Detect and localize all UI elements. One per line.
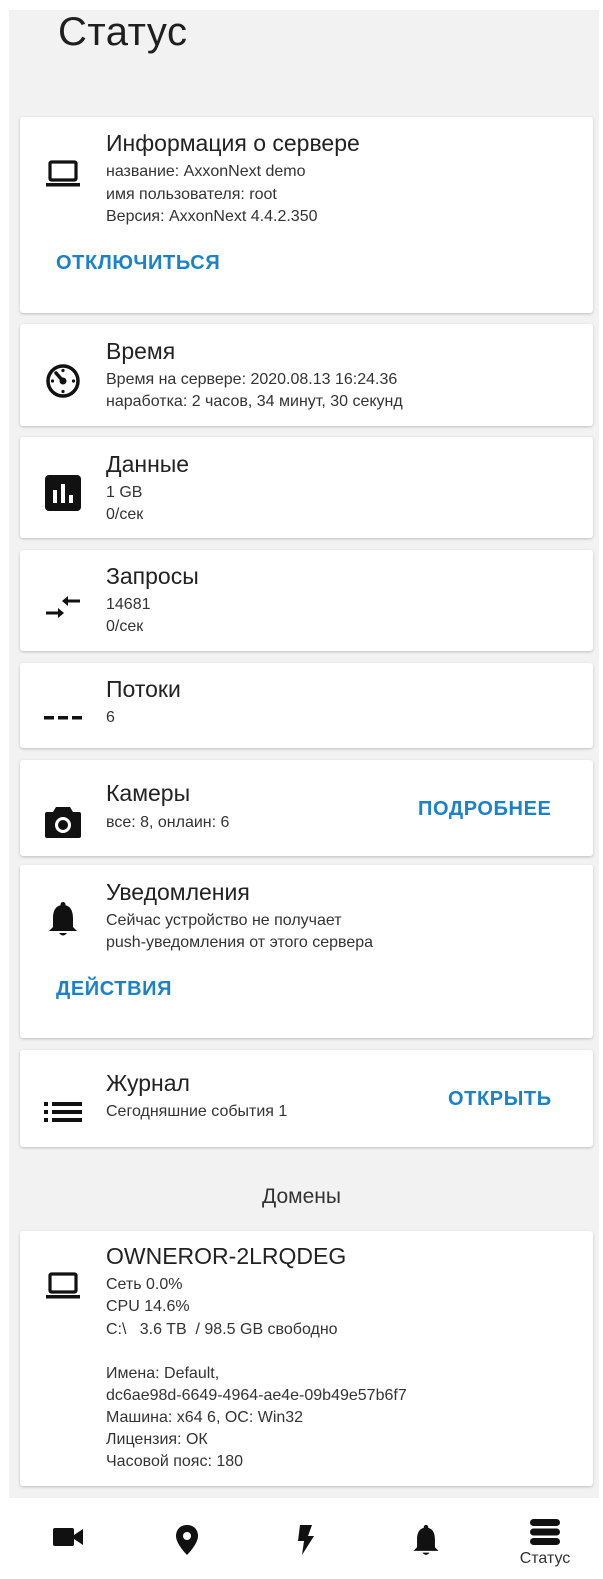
- host-license: Лицензия: ОК: [106, 1431, 208, 1448]
- server-info-title: Информация о сервере: [106, 130, 360, 156]
- video-camera-icon: [53, 1528, 83, 1546]
- server-time: Время на сервере: 2020.08.13 16:24.36: [106, 371, 398, 388]
- host-cpu: CPU 14.6%: [106, 1298, 190, 1315]
- notifications-card: Уведомления Сейчас устройство не получае…: [20, 865, 593, 1038]
- server-stack-icon: [530, 1519, 560, 1545]
- lightning-icon: [298, 1525, 314, 1555]
- bell-icon: [44, 901, 82, 939]
- notifications-actions-button[interactable]: ДЕЙСТВИЯ: [56, 978, 172, 1001]
- domain-host-card: OWNEROR-2LRQDEG Сеть 0.0% CPU 14.6% C:\ …: [20, 1231, 593, 1486]
- time-card: Время Время на сервере: 2020.08.13 16:24…: [20, 324, 593, 426]
- uptime: наработка: 2 часов, 34 минут, 30 секунд: [106, 393, 403, 410]
- bottom-navigation: Статус: [0, 1500, 603, 1579]
- domains-header: Домены: [262, 1185, 341, 1208]
- journal-card: Журнал Сегодняшние события 1 ОТКРЫТЬ: [20, 1050, 593, 1147]
- streams-title: Потоки: [106, 676, 181, 702]
- data-size: 1 GB: [106, 484, 143, 501]
- requests-rate: 0/сек: [106, 618, 144, 635]
- host-guid: dc6ae98d-6649-4964-ae4e-09b49e57b6f7: [106, 1387, 407, 1404]
- cameras-summary: все: 8, онлаин: 6: [106, 814, 230, 831]
- host-disk: C:\ 3.6 TB / 98.5 GB свободно: [106, 1321, 338, 1338]
- data-rate: 0/сек: [106, 506, 144, 523]
- nav-cameras[interactable]: [28, 1500, 108, 1579]
- requests-count: 14681: [106, 596, 151, 613]
- list-icon: [44, 1093, 82, 1131]
- data-title: Данные: [106, 451, 190, 477]
- notifications-line1: Сейчас устройство не получает: [106, 912, 342, 929]
- laptop-icon: [44, 1267, 82, 1305]
- notifications-line2: push-уведомления от этого сервера: [106, 934, 374, 951]
- cameras-card: Камеры все: 8, онлаин: 6 ПОДРОБНЕЕ: [20, 760, 593, 856]
- nav-map[interactable]: [147, 1500, 227, 1579]
- host-machine: Машина: x64 6, ОС: Win32: [106, 1409, 304, 1426]
- host-network: Сеть 0.0%: [106, 1276, 183, 1293]
- host-name: OWNEROR-2LRQDEG: [106, 1243, 347, 1269]
- journal-open-button[interactable]: ОТКРЫТЬ: [448, 1088, 552, 1111]
- data-card: Данные 1 GB 0/сек: [20, 437, 593, 538]
- timer-icon: [44, 362, 82, 400]
- cameras-title: Камеры: [106, 780, 191, 806]
- host-names: Имена: Default,: [106, 1365, 220, 1382]
- page-title: Статус: [58, 10, 188, 54]
- host-timezone: Часовой пояс: 180: [106, 1453, 244, 1470]
- time-title: Время: [106, 338, 176, 364]
- compare-arrows-icon: [44, 588, 82, 626]
- requests-title: Запросы: [106, 563, 199, 589]
- disconnect-button[interactable]: ОТКЛЮЧИТЬСЯ: [56, 252, 220, 275]
- notifications-title: Уведомления: [106, 879, 250, 905]
- journal-title: Журнал: [106, 1070, 190, 1096]
- dashes-icon: [44, 699, 82, 737]
- requests-card: Запросы 14681 0/сек: [20, 550, 593, 651]
- laptop-icon: [44, 155, 82, 193]
- server-user: имя пользователя: root: [106, 186, 277, 203]
- bar-chart-icon: [44, 474, 82, 512]
- nav-notifications[interactable]: [386, 1500, 466, 1579]
- server-version: Версия: AxxonNext 4.4.2.350: [106, 208, 318, 225]
- server-info-card: Информация о сервере название: AxxonNext…: [20, 117, 593, 313]
- streams-count: 6: [106, 709, 115, 726]
- streams-card: Потоки 6: [20, 663, 593, 748]
- camera-icon: [44, 803, 82, 841]
- bell-icon: [413, 1524, 439, 1555]
- server-name: название: AxxonNext demo: [106, 163, 306, 180]
- cameras-details-button[interactable]: ПОДРОБНЕЕ: [418, 798, 551, 821]
- nav-status-label: Статус: [519, 1550, 571, 1567]
- map-pin-icon: [176, 1525, 198, 1555]
- nav-events[interactable]: [266, 1500, 346, 1579]
- journal-events: Сегодняшние события 1: [106, 1103, 288, 1120]
- nav-status[interactable]: Статус: [505, 1500, 585, 1579]
